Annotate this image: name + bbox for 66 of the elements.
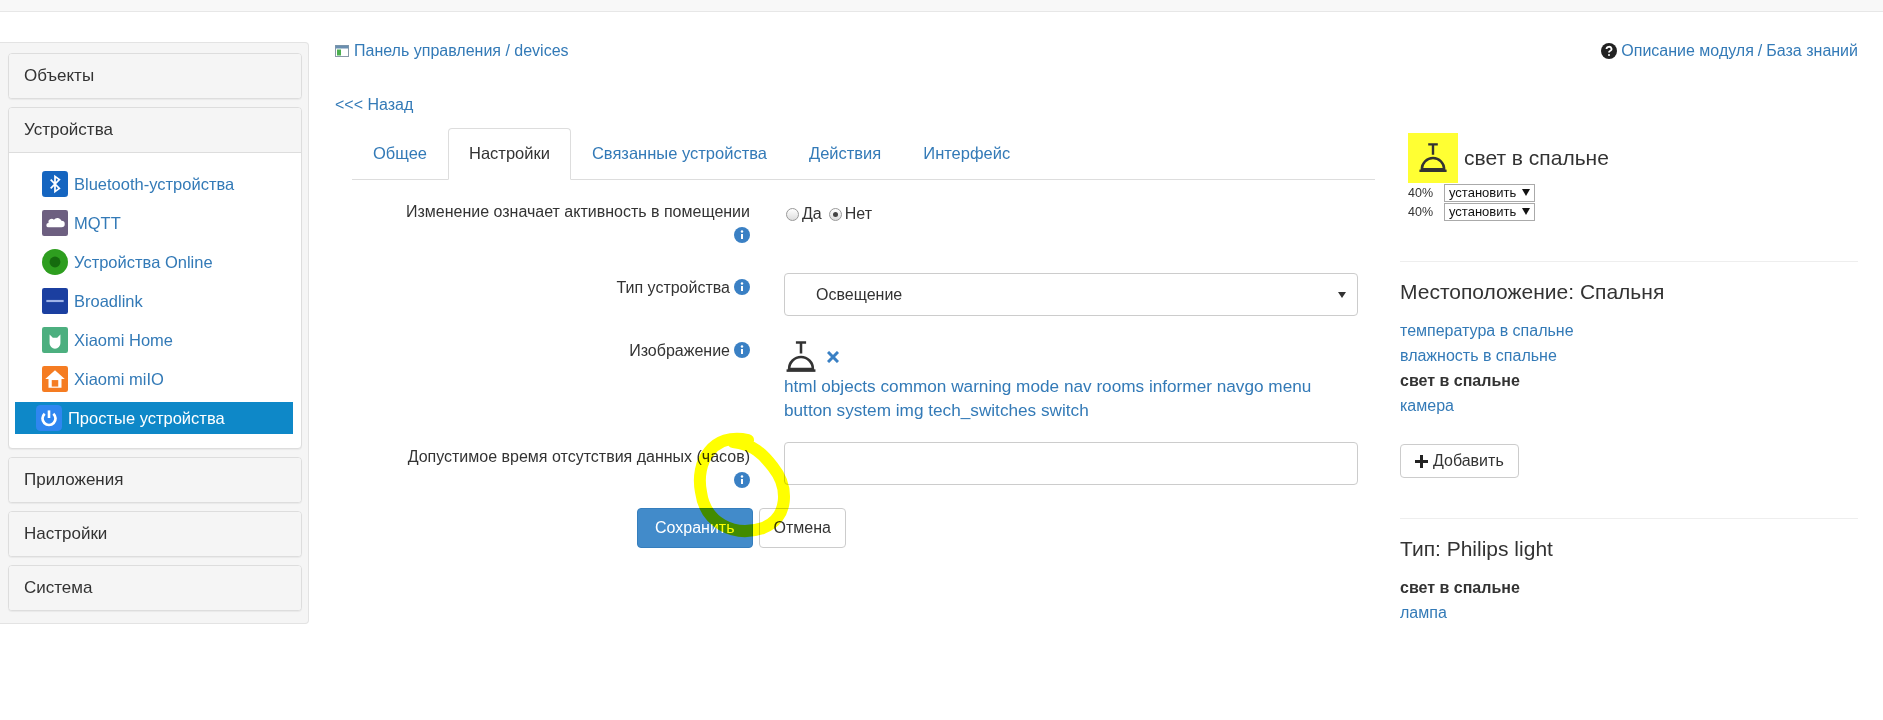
section-heading: Местоположение: Спальня — [1400, 280, 1665, 304]
tab[interactable]: Настройки — [448, 128, 571, 180]
tile-icon — [42, 288, 68, 314]
field-label: Изображение — [629, 342, 730, 360]
input-field[interactable] — [784, 442, 1358, 485]
radio-button[interactable] — [828, 207, 842, 221]
device-link[interactable]: влажность в спальне — [1400, 343, 1557, 368]
sidebar-item[interactable]: Bluetooth-устройства — [15, 168, 293, 200]
help-link[interactable]: Описание модуля — [1621, 42, 1754, 60]
lamp-icon — [1417, 142, 1449, 174]
separator-text: / — [1757, 42, 1763, 60]
sidebar-item[interactable]: MQTT — [15, 207, 293, 239]
field-label: Изменение означает активность в помещении — [405, 203, 750, 221]
device-title: свет в спальне — [1464, 146, 1609, 170]
select-field[interactable]: Освещение — [784, 273, 1358, 316]
breadcrumb-link[interactable]: Панель управления / devices — [354, 42, 569, 60]
lamp-icon — [784, 340, 818, 374]
circle-icon — [42, 249, 68, 275]
sidebar-item[interactable]: Простые устройства — [15, 402, 293, 434]
current-device: свет в спальне — [1400, 371, 1520, 391]
sidebar-item[interactable]: Устройства Online — [15, 246, 293, 278]
sidebar-item[interactable]: Xiaomi miIO — [15, 363, 293, 395]
action-dropdown[interactable]: установить — [1444, 202, 1536, 221]
caret-icon — [1338, 291, 1346, 298]
sidebar-item[interactable]: Broadlink — [15, 285, 293, 317]
tag-links[interactable]: html objects common warning mode nav rooms informer navgo menu button system img tech_switches switch — [784, 374, 1358, 422]
tab[interactable]: Связанные устройства — [570, 128, 788, 180]
add-button[interactable]: Добавить — [1400, 444, 1519, 478]
info-icon — [734, 342, 750, 358]
device-link[interactable]: лампа — [1400, 600, 1447, 625]
device-link[interactable]: температура в спальне — [1400, 318, 1574, 343]
section-header[interactable]: Приложения — [9, 458, 301, 502]
bluetooth-icon — [42, 171, 68, 197]
info-icon — [734, 227, 750, 243]
tab[interactable]: Общее — [352, 128, 449, 180]
section-heading: Тип: Philips light — [1400, 537, 1553, 561]
level-reading: 40% — [1408, 185, 1432, 200]
field-label: Тип устройства — [616, 279, 730, 297]
back-link[interactable]: <<< Назад — [335, 96, 414, 114]
sidebar-item[interactable]: Xiaomi Home — [15, 324, 293, 356]
plus-icon — [1415, 454, 1428, 468]
cup-icon — [42, 327, 68, 353]
tab[interactable]: Действия — [787, 128, 903, 180]
house-icon — [42, 366, 68, 392]
caret-icon — [1522, 208, 1531, 215]
cloud-icon — [42, 210, 68, 236]
current-device: свет в спальне — [1400, 578, 1520, 598]
radio-label: Нет — [844, 205, 872, 223]
info-icon — [734, 472, 750, 488]
window-icon — [335, 45, 349, 57]
section-header[interactable]: Устройства — [9, 108, 301, 153]
radio-label: Да — [802, 205, 822, 223]
section-header[interactable]: Настройки — [9, 512, 301, 556]
info-icon — [734, 279, 750, 295]
device-link[interactable]: камера — [1400, 393, 1454, 418]
radio-button[interactable] — [786, 207, 799, 221]
level-reading: 40% — [1408, 204, 1432, 219]
tab[interactable]: Интерфейс — [902, 128, 1032, 180]
help-link[interactable]: База знаний — [1766, 42, 1858, 60]
help-icon — [1601, 43, 1618, 59]
close-icon — [827, 351, 839, 363]
section-header[interactable]: Система — [9, 566, 301, 610]
power-icon — [36, 405, 62, 431]
section-header[interactable]: Объекты — [9, 54, 301, 98]
caret-icon — [1522, 189, 1531, 196]
action-dropdown[interactable]: установить — [1444, 183, 1536, 202]
